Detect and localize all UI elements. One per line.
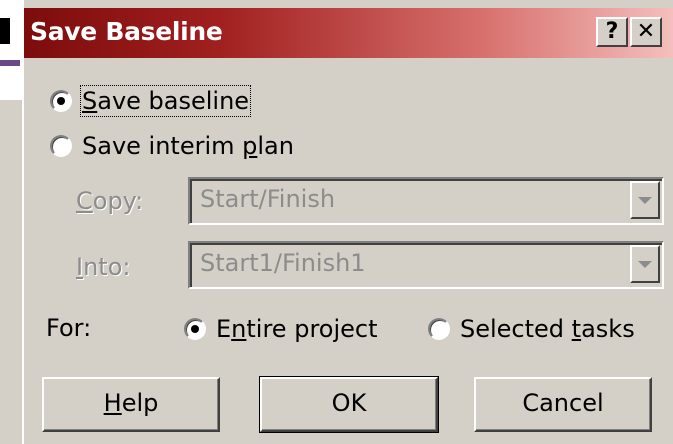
for-label: For: [46, 314, 92, 342]
save-baseline-dialog: Save Baseline ? ✕ Save baseline Save int… [22, 0, 673, 444]
save-interim-plan-label: Save interim plan [82, 132, 294, 160]
save-baseline-rest: ave baseline [97, 87, 250, 115]
chevron-down-icon[interactable] [630, 245, 660, 283]
copy-select-value: Start/Finish [200, 185, 336, 213]
copy-label: Copy: [76, 187, 144, 215]
copy-select[interactable]: Start/Finish [188, 177, 664, 225]
into-label: Into: [76, 253, 131, 281]
entire-project-label: Entire project [216, 315, 378, 343]
title-bar[interactable]: Save Baseline ? ✕ [24, 8, 673, 58]
background-window-edge [0, 0, 24, 100]
save-baseline-label: Save baseline [79, 85, 252, 117]
ok-button[interactable]: OK [259, 376, 439, 433]
background-fragment [0, 60, 20, 66]
into-select-value: Start1/Finish1 [200, 249, 366, 277]
radio-unselected-icon [428, 318, 450, 340]
into-select[interactable]: Start1/Finish1 [188, 241, 664, 289]
cancel-button[interactable]: Cancel [474, 377, 652, 432]
help-icon[interactable]: ? [596, 17, 628, 47]
save-baseline-radio[interactable]: Save baseline [50, 85, 252, 117]
dialog-title: Save Baseline [30, 17, 223, 46]
help-button[interactable]: Help [42, 377, 220, 432]
selected-tasks-label: Selected tasks [460, 315, 635, 343]
radio-selected-icon [184, 318, 206, 340]
radio-selected-icon [50, 90, 72, 112]
background-fragment [0, 18, 10, 44]
selected-tasks-radio[interactable]: Selected tasks [428, 315, 635, 343]
save-interim-plan-radio[interactable]: Save interim plan [50, 132, 294, 160]
chevron-down-icon[interactable] [630, 181, 660, 219]
close-icon[interactable]: ✕ [630, 17, 662, 47]
radio-unselected-icon [50, 135, 72, 157]
entire-project-radio[interactable]: Entire project [184, 315, 378, 343]
